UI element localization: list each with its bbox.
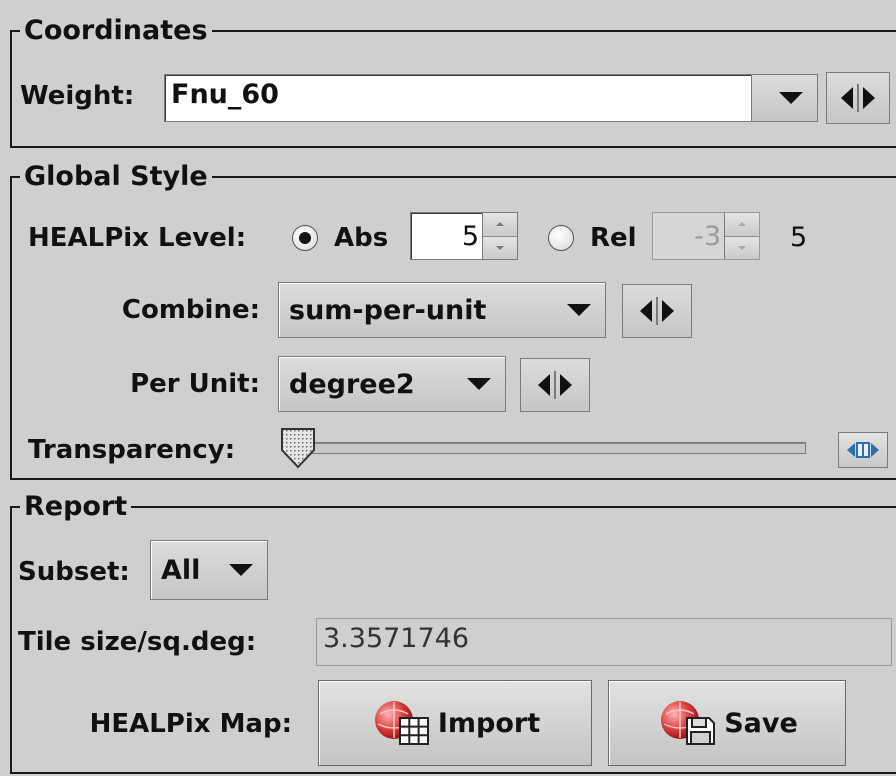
- abs-level-increment[interactable]: [483, 213, 517, 236]
- weight-cycle-stepper[interactable]: [826, 72, 890, 124]
- healpix-import-icon: [374, 701, 429, 745]
- abs-level-spin-buttons: [482, 213, 517, 259]
- weight-dropdown-button[interactable]: [751, 75, 817, 121]
- combine-cycle-stepper[interactable]: [622, 284, 692, 338]
- radio-selected-dot: [299, 232, 311, 244]
- import-button[interactable]: Import: [318, 680, 592, 766]
- chevron-down-icon: [779, 92, 803, 104]
- rel-level-spin-buttons: [724, 213, 759, 259]
- chevron-up-icon: [738, 222, 746, 227]
- save-button-label[interactable]: Save: [724, 708, 798, 739]
- weight-combo-input[interactable]: Fnu_60: [164, 74, 818, 122]
- triangle-left-icon[interactable]: [538, 374, 550, 396]
- abs-radio-label[interactable]: Abs: [334, 222, 388, 254]
- save-button[interactable]: Save: [608, 680, 846, 766]
- per-unit-value[interactable]: degree2: [289, 357, 415, 411]
- triangle-right-icon[interactable]: [863, 87, 875, 109]
- healpix-save-icon: [661, 701, 716, 745]
- weight-label: Weight:: [20, 81, 135, 111]
- healpix-map-label: HEALPix Map:: [89, 709, 292, 739]
- transparency-slider-track[interactable]: [290, 442, 806, 454]
- global-style-title: Global Style: [20, 159, 212, 195]
- chevron-down-icon: [738, 245, 746, 250]
- rel-level-decrement[interactable]: [725, 235, 759, 259]
- chevron-down-icon: [229, 564, 253, 576]
- chevron-down-icon: [467, 378, 491, 390]
- stepper-divider: [554, 371, 556, 399]
- rel-radio-label[interactable]: Rel: [590, 222, 637, 254]
- stepper-divider: [656, 297, 658, 325]
- subset-label: Subset:: [18, 557, 130, 587]
- weight-value[interactable]: Fnu_60: [171, 79, 279, 110]
- transparency-expand-button[interactable]: [838, 432, 888, 468]
- subset-select[interactable]: All: [150, 540, 268, 600]
- per-unit-label: Per Unit:: [130, 369, 260, 399]
- subset-value[interactable]: All: [161, 541, 200, 599]
- per-unit-select[interactable]: degree2: [278, 356, 506, 412]
- chevron-down-icon: [496, 245, 504, 250]
- chevron-up-icon: [496, 222, 504, 227]
- combine-value[interactable]: sum-per-unit: [289, 283, 486, 337]
- abs-level-decrement[interactable]: [483, 235, 517, 259]
- triangle-right-icon[interactable]: [662, 300, 674, 322]
- per-unit-cycle-stepper[interactable]: [520, 358, 590, 412]
- chevron-down-icon: [567, 304, 591, 316]
- triangle-left-icon[interactable]: [841, 87, 853, 109]
- triangle-right-icon[interactable]: [560, 374, 572, 396]
- combine-select[interactable]: sum-per-unit: [278, 282, 606, 338]
- rel-level-spinner[interactable]: -3: [652, 212, 760, 260]
- abs-level-value[interactable]: 5: [462, 213, 479, 259]
- transparency-label: Transparency:: [28, 435, 236, 465]
- rel-radio[interactable]: [548, 225, 574, 251]
- coordinates-title: Coordinates: [20, 13, 212, 49]
- expand-horizontal-icon: [847, 442, 879, 458]
- combine-label: Combine:: [121, 295, 260, 325]
- tile-size-label: Tile size/sq.deg:: [18, 627, 257, 657]
- level-readout: 5: [790, 222, 808, 253]
- abs-level-spinner[interactable]: 5: [410, 212, 518, 260]
- triangle-left-icon[interactable]: [640, 300, 652, 322]
- report-title: Report: [20, 489, 132, 525]
- abs-radio[interactable]: [292, 225, 318, 251]
- stepper-divider: [857, 84, 859, 112]
- rel-level-value[interactable]: -3: [694, 213, 721, 259]
- transparency-slider-thumb[interactable]: [278, 426, 318, 470]
- rel-level-increment[interactable]: [725, 213, 759, 236]
- healpix-level-label: HEALPix Level:: [28, 223, 247, 253]
- tile-size-field: 3.3571746: [316, 618, 892, 666]
- import-button-label[interactable]: Import: [438, 708, 540, 739]
